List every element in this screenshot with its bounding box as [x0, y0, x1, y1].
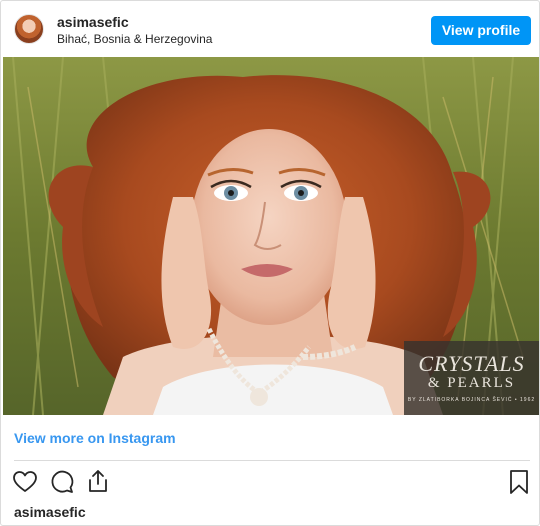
- location[interactable]: Bihać, Bosnia & Herzegovina: [57, 32, 212, 47]
- bookmark-icon[interactable]: [506, 469, 532, 495]
- comment-icon[interactable]: [49, 469, 75, 495]
- post-header: asimasefic Bihać, Bosnia & Herzegovina V…: [1, 1, 539, 57]
- instagram-embed: asimasefic Bihać, Bosnia & Herzegovina V…: [0, 0, 540, 526]
- watermark-line-1: CRYSTALS: [418, 351, 525, 376]
- share-icon[interactable]: [85, 468, 111, 494]
- watermark-logo: CRYSTALS & PEARLS BY ZLATIBORKA BOJINCA …: [404, 341, 539, 415]
- view-profile-button[interactable]: View profile: [431, 16, 531, 45]
- footer-username[interactable]: asimasefic: [14, 504, 86, 521]
- username[interactable]: asimasefic: [57, 14, 129, 31]
- divider: [14, 460, 530, 461]
- avatar[interactable]: [14, 14, 44, 44]
- watermark-line-2: & PEARLS: [427, 375, 516, 391]
- watermark-line-3: BY ZLATIBORKA BOJINCA ŠEVIĆ • 1962: [407, 397, 536, 403]
- post-photo[interactable]: CRYSTALS & PEARLS BY ZLATIBORKA BOJINCA …: [3, 57, 539, 415]
- heart-icon[interactable]: [12, 469, 38, 495]
- view-more-on-instagram-link[interactable]: View more on Instagram: [14, 430, 176, 447]
